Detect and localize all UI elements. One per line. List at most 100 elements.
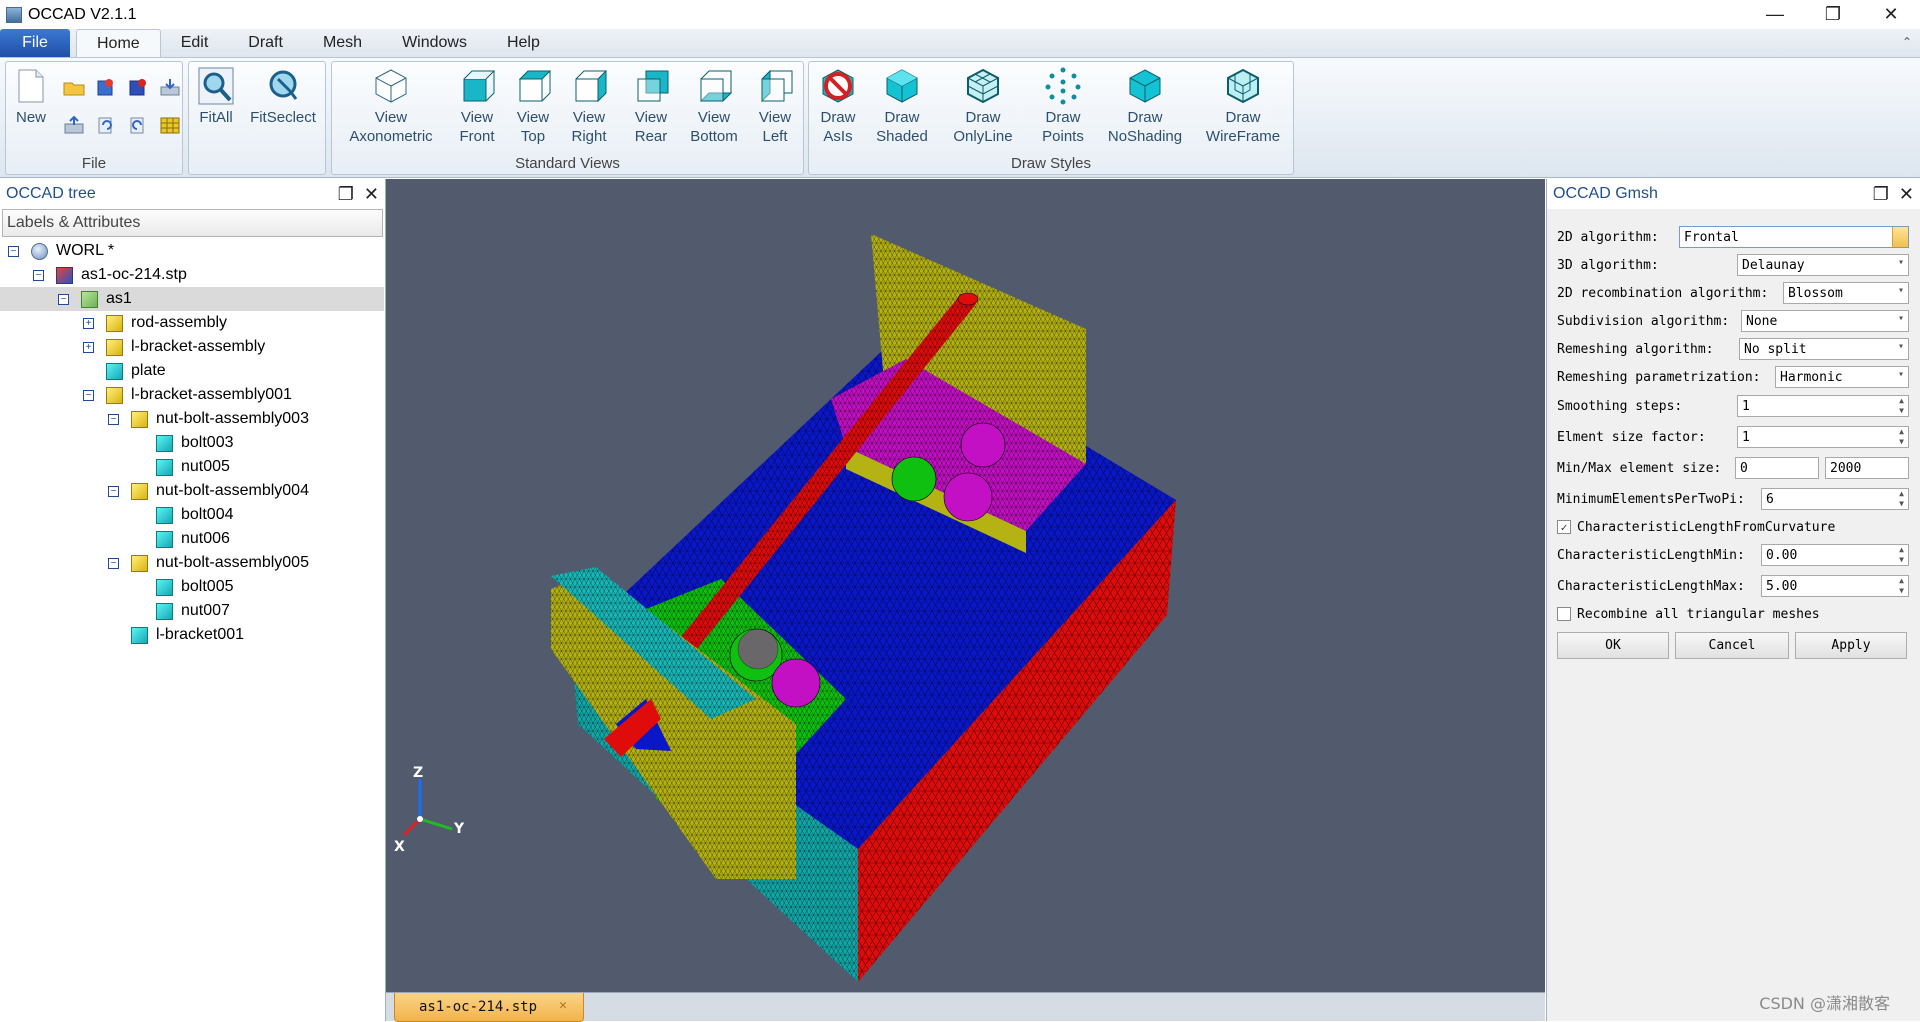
draw-wireframe-label: Draw WireFrame — [1205, 109, 1281, 145]
collapse-icon[interactable]: − — [108, 413, 119, 425]
spin-arrows-icon[interactable]: ▲ ▼ — [1899, 545, 1904, 565]
mesh-grid-icon[interactable] — [154, 106, 186, 144]
tree-node[interactable]: − l-bracket-assembly001 — [0, 383, 384, 407]
alg3d-select[interactable]: Delaunay ▾ — [1737, 254, 1909, 276]
tab-draft[interactable]: Draft — [228, 29, 303, 57]
view-top-button[interactable]: View Top — [506, 65, 560, 157]
subdiv-select[interactable]: None ▾ — [1741, 310, 1909, 332]
new-button[interactable]: New — [8, 65, 54, 157]
tree-node[interactable]: + rod-assembly — [0, 311, 384, 335]
tree-node[interactable]: nut006 — [0, 527, 384, 551]
char-from-curv-row[interactable]: ✓ CharacteristicLengthFromCurvature — [1557, 515, 1835, 539]
tree-node[interactable]: bolt003 — [0, 431, 384, 455]
char-min-spinbox[interactable]: 0.00 ▲ ▼ — [1761, 544, 1909, 566]
open-icon[interactable] — [58, 68, 90, 106]
min-per-2pi-spinbox[interactable]: 6 ▲ ▼ — [1761, 488, 1909, 510]
file-group-label: File — [81, 155, 107, 172]
collapse-icon[interactable]: − — [83, 389, 94, 401]
view-axonometric-button[interactable]: View Axonometric — [336, 65, 446, 157]
spin-arrows-icon[interactable]: ▲ ▼ — [1899, 396, 1904, 416]
import-step-icon[interactable] — [122, 68, 154, 106]
char-from-curv-checkbox[interactable]: ✓ — [1557, 520, 1571, 534]
recombine-all-checkbox[interactable] — [1557, 607, 1571, 621]
3d-viewport[interactable]: Z Y X — [386, 179, 1545, 992]
min-size-input[interactable]: 0 — [1735, 457, 1819, 479]
save-icon[interactable] — [58, 106, 90, 144]
tree-node[interactable]: − nut-bolt-assembly004 — [0, 479, 384, 503]
spin-arrows-icon[interactable]: ▲ ▼ — [1899, 427, 1904, 447]
tab-edit[interactable]: Edit — [161, 29, 229, 57]
draw-asis-button[interactable]: Draw AsIs — [811, 65, 865, 157]
float-panel-icon[interactable]: ❐ — [338, 184, 354, 205]
tree-node[interactable]: − WORL * — [0, 239, 384, 263]
tree-node[interactable]: + l-bracket-assembly — [0, 335, 384, 359]
size-factor-spinbox[interactable]: 1 ▲ ▼ — [1737, 426, 1909, 448]
collapse-ribbon-icon[interactable]: ⌃ — [1902, 35, 1912, 49]
view-right-button[interactable]: View Right — [562, 65, 616, 157]
menu-bar: File Home Edit Draft Mesh Windows Help ⌃ — [0, 29, 1920, 58]
collapse-icon[interactable]: − — [58, 293, 69, 305]
max-size-input[interactable]: 2000 — [1825, 457, 1909, 479]
file-menu-button[interactable]: File — [0, 29, 70, 57]
recomb2d-value: Blossom — [1788, 285, 1843, 301]
expand-icon[interactable]: + — [83, 317, 94, 329]
draw-shaded-button[interactable]: Draw Shaded — [869, 65, 935, 157]
tree-node[interactable]: bolt005 — [0, 575, 384, 599]
char-max-spinbox[interactable]: 5.00 ▲ ▼ — [1761, 575, 1909, 597]
tree-column-header[interactable]: Labels & Attributes — [2, 209, 383, 237]
alg2d-select[interactable]: Frontal — [1679, 226, 1909, 248]
view-rear-button[interactable]: View Rear — [624, 65, 678, 157]
tree-node[interactable]: plate — [0, 359, 384, 383]
recombine-all-row[interactable]: Recombine all triangular meshes — [1557, 602, 1820, 626]
recomb2d-label: 2D recombination algorithm: — [1557, 285, 1769, 301]
recomb2d-select[interactable]: Blossom ▾ — [1783, 282, 1909, 304]
tree-node[interactable]: − as1 — [0, 287, 384, 311]
restore-button[interactable]: ❐ — [1804, 0, 1862, 29]
tree-node[interactable]: bolt004 — [0, 503, 384, 527]
tree-node[interactable]: − nut-bolt-assembly005 — [0, 551, 384, 575]
remesh-select[interactable]: No split ▾ — [1739, 338, 1909, 360]
ok-button[interactable]: OK — [1557, 632, 1669, 659]
float-panel-icon[interactable]: ❐ — [1873, 184, 1889, 205]
tab-mesh[interactable]: Mesh — [303, 29, 382, 57]
spin-arrows-icon[interactable]: ▲ ▼ — [1899, 576, 1904, 596]
redo-icon[interactable] — [122, 106, 154, 144]
cancel-button[interactable]: Cancel — [1675, 632, 1789, 659]
tree-node[interactable]: nut007 — [0, 599, 384, 623]
import-icon[interactable] — [90, 68, 122, 106]
tree-node[interactable]: − nut-bolt-assembly003 — [0, 407, 384, 431]
document-tab[interactable]: as1-oc-214.stp ✕ — [394, 993, 584, 1022]
collapse-icon[interactable]: − — [108, 485, 119, 497]
smoothing-spinbox[interactable]: 1 ▲ ▼ — [1737, 395, 1909, 417]
collapse-icon[interactable]: − — [8, 245, 19, 257]
collapse-icon[interactable]: − — [108, 557, 119, 569]
close-panel-icon[interactable]: ✕ — [1899, 184, 1914, 205]
view-left-button[interactable]: View Left — [748, 65, 802, 157]
fitall-button[interactable]: FitAll — [193, 65, 239, 157]
tab-help[interactable]: Help — [487, 29, 560, 57]
tree-node[interactable]: nut005 — [0, 455, 384, 479]
draw-points-button[interactable]: Draw Points — [1031, 65, 1095, 157]
tree-node[interactable]: l-bracket001 — [0, 623, 384, 647]
fitselect-button[interactable]: FitSeclect — [243, 65, 323, 157]
tab-windows[interactable]: Windows — [382, 29, 487, 57]
spin-arrows-icon[interactable]: ▲ ▼ — [1899, 489, 1904, 509]
max-size-value: 2000 — [1830, 460, 1862, 476]
draw-onlyline-button[interactable]: Draw OnlyLine — [943, 65, 1023, 157]
close-button[interactable]: ✕ — [1862, 0, 1920, 29]
collapse-icon[interactable]: − — [33, 269, 44, 281]
minimize-button[interactable]: — — [1746, 0, 1804, 29]
remesh-param-select[interactable]: Harmonic ▾ — [1775, 366, 1909, 388]
view-bottom-button[interactable]: View Bottom — [682, 65, 746, 157]
export-icon[interactable] — [154, 68, 186, 106]
draw-noshading-button[interactable]: Draw NoShading — [1099, 65, 1191, 157]
close-panel-icon[interactable]: ✕ — [364, 184, 379, 205]
apply-button[interactable]: Apply — [1795, 632, 1907, 659]
expand-icon[interactable]: + — [83, 341, 94, 353]
tree-node[interactable]: − as1-oc-214.stp — [0, 263, 384, 287]
draw-wireframe-button[interactable]: Draw WireFrame — [1195, 65, 1291, 157]
undo-icon[interactable] — [90, 106, 122, 144]
tab-home[interactable]: Home — [76, 29, 161, 57]
close-tab-icon[interactable]: ✕ — [559, 998, 567, 1013]
view-front-button[interactable]: View Front — [450, 65, 504, 157]
